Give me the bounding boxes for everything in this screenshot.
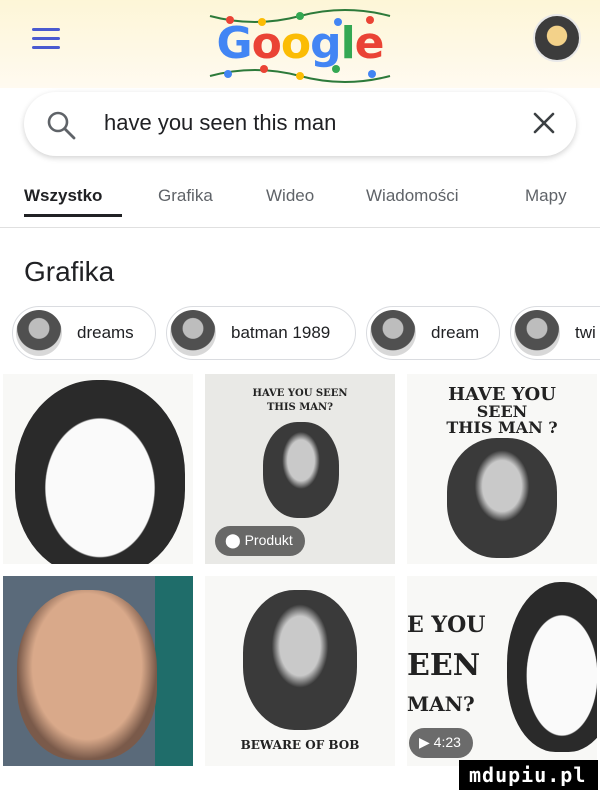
- sketch-face-image: [507, 582, 597, 752]
- product-badge: ⬤ Produkt: [215, 526, 305, 556]
- chip-thumbnail: [370, 310, 416, 356]
- logo-letter: l: [340, 18, 356, 69]
- watermark-text: mdupiu.pl: [469, 763, 587, 787]
- video-duration-badge: ▶ 4:23: [409, 728, 473, 758]
- hamburger-menu-icon[interactable]: [32, 28, 60, 50]
- tab-wiadomosci[interactable]: Wiadomości: [366, 186, 459, 206]
- chip-thumbnail: [514, 310, 560, 356]
- image-result-bob-poster[interactable]: BEWARE OF BOB: [205, 576, 395, 766]
- chip-dreams[interactable]: dreams: [12, 306, 156, 360]
- poster-headline: THIS MAN?: [266, 402, 334, 413]
- logo-letter: G: [216, 18, 252, 69]
- image-result-video[interactable]: E YOU EEN MAN? ▶ 4:23: [407, 576, 597, 766]
- portrait-image: [447, 438, 557, 558]
- google-doodle-logo[interactable]: Google: [200, 6, 400, 86]
- chip-batman-1989[interactable]: batman 1989: [166, 306, 356, 360]
- poster-footer: BEWARE OF BOB: [240, 738, 360, 752]
- related-chips: dreams batman 1989 dream twi: [0, 306, 600, 362]
- search-box[interactable]: have you seen this man: [24, 92, 576, 156]
- search-tabs: Wszystko Grafika Wideo Wiadomości Mapy: [0, 178, 600, 228]
- active-tab-indicator: [24, 214, 122, 217]
- tab-mapy[interactable]: Mapy: [525, 186, 567, 206]
- tab-grafika[interactable]: Grafika: [158, 186, 213, 206]
- badge-label: Produkt: [244, 532, 293, 548]
- chip-thumbnail: [16, 310, 62, 356]
- portrait-image: [263, 422, 339, 518]
- search-input[interactable]: have you seen this man: [104, 110, 336, 136]
- section-title: Grafika: [24, 256, 115, 287]
- watermark-logo: mdupiu.pl: [459, 760, 598, 790]
- image-result-sketch[interactable]: [3, 374, 193, 564]
- chip-label: batman 1989: [231, 323, 331, 342]
- image-result-photo[interactable]: [3, 576, 193, 766]
- poster-headline: HAVE YOU SEEN: [252, 388, 348, 399]
- portrait-image: [243, 590, 357, 730]
- logo-wordmark: Google: [200, 18, 400, 69]
- logo-letter: o: [280, 18, 311, 69]
- chip-label: twi: [575, 323, 596, 342]
- duration-label: 4:23: [433, 734, 461, 750]
- chip-thumbnail: [170, 310, 216, 356]
- chip-twi[interactable]: twi: [510, 306, 600, 360]
- image-result-tshirt[interactable]: HAVE YOU SEEN THIS MAN? ⬤ Produkt: [205, 374, 395, 564]
- logo-letter: g: [310, 18, 341, 69]
- man-photo-image: [17, 590, 157, 760]
- image-result-poster[interactable]: HAVE YOU SEEN THIS MAN ?: [407, 374, 597, 564]
- close-icon[interactable]: [529, 108, 559, 138]
- chip-label: dream: [431, 323, 480, 342]
- poster-headline: THIS MAN ?: [446, 418, 558, 437]
- tag-icon: ⬤: [225, 532, 245, 548]
- top-bar: Google: [0, 0, 600, 88]
- tab-wszystko[interactable]: Wszystko: [24, 186, 102, 206]
- logo-letter: o: [251, 18, 282, 69]
- logo-letter: e: [354, 18, 385, 69]
- tab-wideo[interactable]: Wideo: [266, 186, 314, 206]
- chip-dream[interactable]: dream: [366, 306, 500, 360]
- sketch-face-image: [15, 380, 185, 564]
- play-icon: ▶: [419, 734, 434, 750]
- account-avatar[interactable]: [533, 14, 581, 62]
- search-icon[interactable]: [46, 110, 76, 140]
- chip-label: dreams: [77, 323, 134, 342]
